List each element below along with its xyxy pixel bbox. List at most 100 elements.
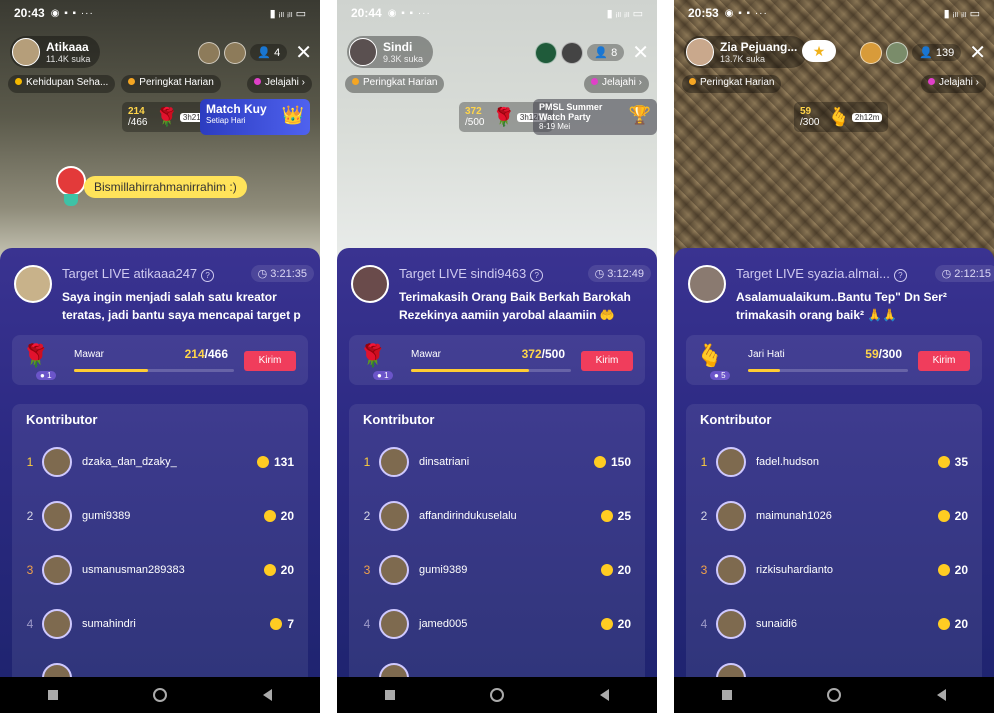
countdown-timer: ◷ 2:12:15 <box>934 265 994 282</box>
send-button[interactable]: Kirim <box>244 351 296 371</box>
chip-ranking[interactable]: Peringkat Harian <box>682 75 782 93</box>
gift-name: Jari Hati <box>748 349 785 360</box>
viewer-avatar[interactable] <box>224 41 247 64</box>
help-icon[interactable]: ? <box>201 269 215 282</box>
list-item[interactable]: 2 gumi9389 20 <box>12 496 308 536</box>
coin-icon <box>263 564 276 576</box>
host-profile[interactable]: Sindi 9.3K suka <box>347 36 434 68</box>
host-likes: 13.7K suka <box>720 54 766 64</box>
viewer-avatar[interactable] <box>535 41 558 64</box>
contributor-name: gumi9389 <box>82 510 131 522</box>
avatar <box>716 555 746 585</box>
list-item[interactable]: 1 dzaka_dan_dzaky_ 131 <box>12 442 308 482</box>
coin-icon <box>937 510 950 522</box>
contributor-list: Kontributor 1 fadel.hudson 35 2 maimunah102… <box>686 404 982 677</box>
list-item[interactable] <box>349 658 645 677</box>
status-bar: 20:43 ◉ ▪ ▪ ··· ▮ ᵢₗₗ ᵢₗₗ ▭ <box>0 0 320 26</box>
close-icon[interactable]: ✕ <box>295 40 312 65</box>
rank: 1 <box>700 455 708 469</box>
help-icon[interactable]: ? <box>530 269 544 282</box>
coin-icon <box>600 618 613 630</box>
recents-icon[interactable] <box>384 690 395 700</box>
chip-explore[interactable]: Jelajahi › <box>920 75 986 93</box>
chip-label: Peringkat Harian <box>139 77 214 88</box>
chip-ranking[interactable]: Peringkat Harian <box>345 75 445 93</box>
avatar <box>379 555 409 585</box>
gift-total: /300 <box>878 347 902 361</box>
status-time: 20:44 <box>351 6 382 20</box>
viewer-avatar[interactable] <box>198 41 221 64</box>
contributor-name: jamed005 <box>419 618 468 630</box>
close-icon[interactable]: ✕ <box>969 40 986 65</box>
avatar <box>716 501 746 531</box>
close-icon[interactable]: ✕ <box>632 40 649 65</box>
phone-screen-3: 20:53 ◉ ▪ ▪ ··· ▮ ᵢₗₗ ᵢₗₗ ▭ Zia Pejuang.… <box>674 0 994 713</box>
list-item[interactable]: 4 sumahindri 7 <box>12 604 308 644</box>
host-profile[interactable]: Atikaaa 11.4K suka <box>10 36 101 68</box>
promo-banner[interactable]: PMSL Summer Watch Party 8-19 Mei 🏆 <box>533 99 657 135</box>
contributor-name: gumi9389 <box>419 564 468 576</box>
rank: 2 <box>363 509 371 523</box>
list-item[interactable]: 2 maimunah1026 20 <box>686 496 982 536</box>
category-icon <box>15 78 22 85</box>
chip-explore[interactable]: Jelajahi › <box>583 75 649 93</box>
recents-icon[interactable] <box>721 690 732 700</box>
chip-category[interactable]: Kehidupan Seha... <box>8 75 116 93</box>
coin-value: 131 <box>256 455 294 469</box>
viewer-count[interactable]: 👤 139 <box>912 44 962 61</box>
send-button[interactable]: Kirim <box>918 351 970 371</box>
list-item[interactable]: 2 affandirindukuselalu 25 <box>349 496 645 536</box>
list-item[interactable]: 4 sunaidi6 20 <box>686 604 982 644</box>
home-icon[interactable] <box>827 688 842 702</box>
coin-icon <box>256 456 269 468</box>
home-icon[interactable] <box>490 688 505 702</box>
chip-explore[interactable]: Jelajahi › <box>246 75 312 93</box>
value: 35 <box>954 455 968 469</box>
send-button[interactable]: Kirim <box>581 351 633 371</box>
list-item[interactable] <box>12 658 308 677</box>
list-item[interactable]: 1 fadel.hudson 35 <box>686 442 982 482</box>
goal-widget[interactable]: 59/300 🫰 2h12m <box>794 102 889 132</box>
goal-total: /500 <box>465 117 485 128</box>
target-panel: Target LIVE atikaaa247? ◷ 3:21:35 Saya i… <box>0 248 320 677</box>
promo-banner[interactable]: Match Kuy Setiap Hari 👑 <box>200 99 310 135</box>
contributor-name: maimunah1026 <box>756 510 832 522</box>
viewer-avatar[interactable] <box>860 41 883 64</box>
list-item[interactable]: 3 usmanusman289383 20 <box>12 550 308 590</box>
target-panel: Target LIVE syazia.almai...? ◷ 2:12:15 A… <box>674 248 994 677</box>
chip-ranking[interactable]: Peringkat Harian <box>121 75 221 93</box>
flame-icon <box>128 78 136 85</box>
list-item[interactable]: 4 jamed005 20 <box>349 604 645 644</box>
target-title-text: Target LIVE syazia.almai... <box>736 266 890 281</box>
target-title-text: Target LIVE atikaaa247 <box>62 266 198 281</box>
host-profile[interactable]: Zia Pejuang... 13.7K suka <box>684 36 808 68</box>
viewer-count[interactable]: 👤 8 <box>587 44 625 61</box>
back-icon[interactable] <box>937 689 947 701</box>
home-icon[interactable] <box>153 688 168 702</box>
viewer-avatar[interactable] <box>886 41 909 64</box>
gift-progress-text: 214/466 <box>185 347 228 361</box>
signal-battery-icon: ▮ ᵢₗₗ ᵢₗₗ ▭ <box>269 7 306 20</box>
viewer-avatar[interactable] <box>561 41 584 64</box>
back-icon[interactable] <box>600 689 610 701</box>
star-icon[interactable]: ★ <box>802 40 836 62</box>
viewer-count[interactable]: 👤 4 <box>250 44 288 61</box>
recents-icon[interactable] <box>47 690 58 700</box>
person-icon: 👤 <box>257 47 272 59</box>
list-item[interactable] <box>686 658 982 677</box>
goal-count: 214 <box>128 106 145 117</box>
list-item[interactable]: 3 gumi9389 20 <box>349 550 645 590</box>
list-item[interactable]: 1 dinsatriani 150 <box>349 442 645 482</box>
coin-count: 1 <box>384 371 389 380</box>
gift-total: /500 <box>541 347 565 361</box>
rank: 2 <box>700 509 708 523</box>
viewer-count-value: 8 <box>611 47 618 59</box>
coin-icon <box>593 456 606 468</box>
mascot-icon <box>56 166 86 206</box>
list-item[interactable]: 3 rizkisuhardianto 20 <box>686 550 982 590</box>
signal-battery-icon: ▮ ᵢₗₗ ᵢₗₗ ▭ <box>606 7 643 20</box>
back-icon[interactable] <box>263 689 273 701</box>
target-message: Terimakasih Orang Baik Berkah Barokah Re… <box>399 290 631 322</box>
help-icon[interactable]: ? <box>893 269 907 282</box>
gift-name: Mawar <box>74 349 105 360</box>
